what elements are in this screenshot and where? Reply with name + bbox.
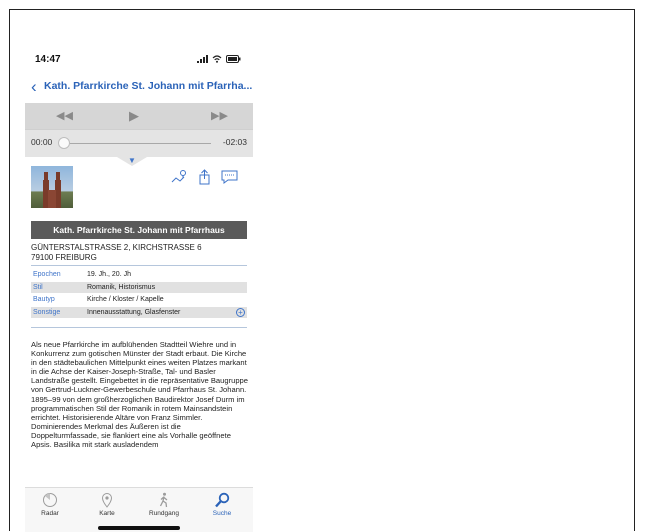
church-thumbnail[interactable] <box>31 166 73 208</box>
share-icon[interactable] <box>196 169 213 185</box>
rewind-icon[interactable]: ◀◀ <box>56 109 73 122</box>
current-time: 00:00 <box>31 137 53 147</box>
fast-forward-icon[interactable]: ▶▶ <box>211 109 228 122</box>
map-route-icon[interactable] <box>171 169 188 185</box>
tab-rundgang[interactable]: Rundgang <box>142 492 186 517</box>
attribute-table: Epochen 19. Jh., 20. Jh Stil Romanik, Hi… <box>31 269 247 319</box>
tab-radar[interactable]: Radar <box>28 492 72 517</box>
status-bar: 14:47 <box>25 50 253 72</box>
radar-icon <box>43 493 57 507</box>
progress-thumb[interactable] <box>58 137 70 149</box>
description-text: Als neue Pfarrkirche im aufblühenden Sta… <box>31 340 248 450</box>
map-pin-icon <box>101 493 113 508</box>
address-line-2: 79100 FREIBURG <box>31 252 97 262</box>
attribute-value: Kirche / Kloster / Kapelle <box>87 296 164 303</box>
comment-icon[interactable] <box>221 169 238 185</box>
caret-down-icon[interactable]: ▼ <box>128 157 136 165</box>
tab-karte[interactable]: Karte <box>85 492 129 517</box>
tab-label: Radar <box>41 510 59 517</box>
walking-person-icon <box>159 492 168 508</box>
object-title: Kath. Pfarrkirche St. Johann mit Pfarrha… <box>31 221 247 239</box>
status-time: 14:47 <box>35 54 61 65</box>
phone-screen: 14:47 ‹ Kath. Pfarrkirche St. Johann mit… <box>25 50 253 532</box>
attribute-row-stil: Stil Romanik, Historismus <box>31 281 247 294</box>
divider <box>31 327 247 328</box>
address-line-1: GÜNTERSTALSTRASSE 2, KIRCHSTRASSE 6 <box>31 243 202 252</box>
nav-title[interactable]: Kath. Pfarrkirche St. Johann mit Pfarrha… <box>44 80 252 92</box>
remaining-time: -02:03 <box>222 137 247 147</box>
attribute-key: Epochen <box>33 271 61 278</box>
attribute-row-epochen: Epochen 19. Jh., 20. Jh <box>31 269 247 282</box>
attribute-value: 19. Jh., 20. Jh <box>87 271 131 278</box>
home-indicator[interactable] <box>98 526 180 530</box>
action-icons <box>171 169 238 185</box>
expand-plus-icon[interactable]: + <box>236 307 245 317</box>
attribute-row-bautyp: Bautyp Kirche / Kloster / Kapelle <box>31 294 247 307</box>
wifi-icon <box>212 55 222 63</box>
battery-icon <box>226 55 241 63</box>
attribute-value: Innenausstattung, Glasfenster <box>87 308 181 316</box>
attribute-row-sonstige[interactable]: Sonstige Innenausstattung, Glasfenster + <box>31 306 247 319</box>
progress-track[interactable] <box>61 143 211 144</box>
signal-icon <box>197 55 208 63</box>
player-time-row: 00:00 -02:03 <box>25 130 253 157</box>
attribute-key: Sonstige <box>33 308 61 316</box>
audio-player: ◀◀ ▶ ▶▶ 00:00 -02:03 <box>25 103 253 157</box>
tab-label: Rundgang <box>149 510 179 517</box>
tab-label: Suche <box>212 510 232 517</box>
back-chevron-icon[interactable]: ‹ <box>31 77 37 97</box>
object-address: GÜNTERSTALSTRASSE 2, KIRCHSTRASSE 6 7910… <box>31 243 247 262</box>
attribute-value: Romanik, Historismus <box>87 283 156 291</box>
attribute-key: Bautyp <box>33 296 55 303</box>
attribute-key: Stil <box>33 283 43 291</box>
player-controls: ◀◀ ▶ ▶▶ <box>25 103 253 130</box>
tab-suche[interactable]: Suche <box>200 492 244 517</box>
status-icons <box>197 55 241 63</box>
navigation-bar: ‹ Kath. Pfarrkirche St. Johann mit Pfarr… <box>25 76 253 100</box>
divider <box>31 265 247 266</box>
search-icon <box>215 492 230 508</box>
play-icon[interactable]: ▶ <box>129 108 139 124</box>
tab-label: Karte <box>99 510 115 517</box>
